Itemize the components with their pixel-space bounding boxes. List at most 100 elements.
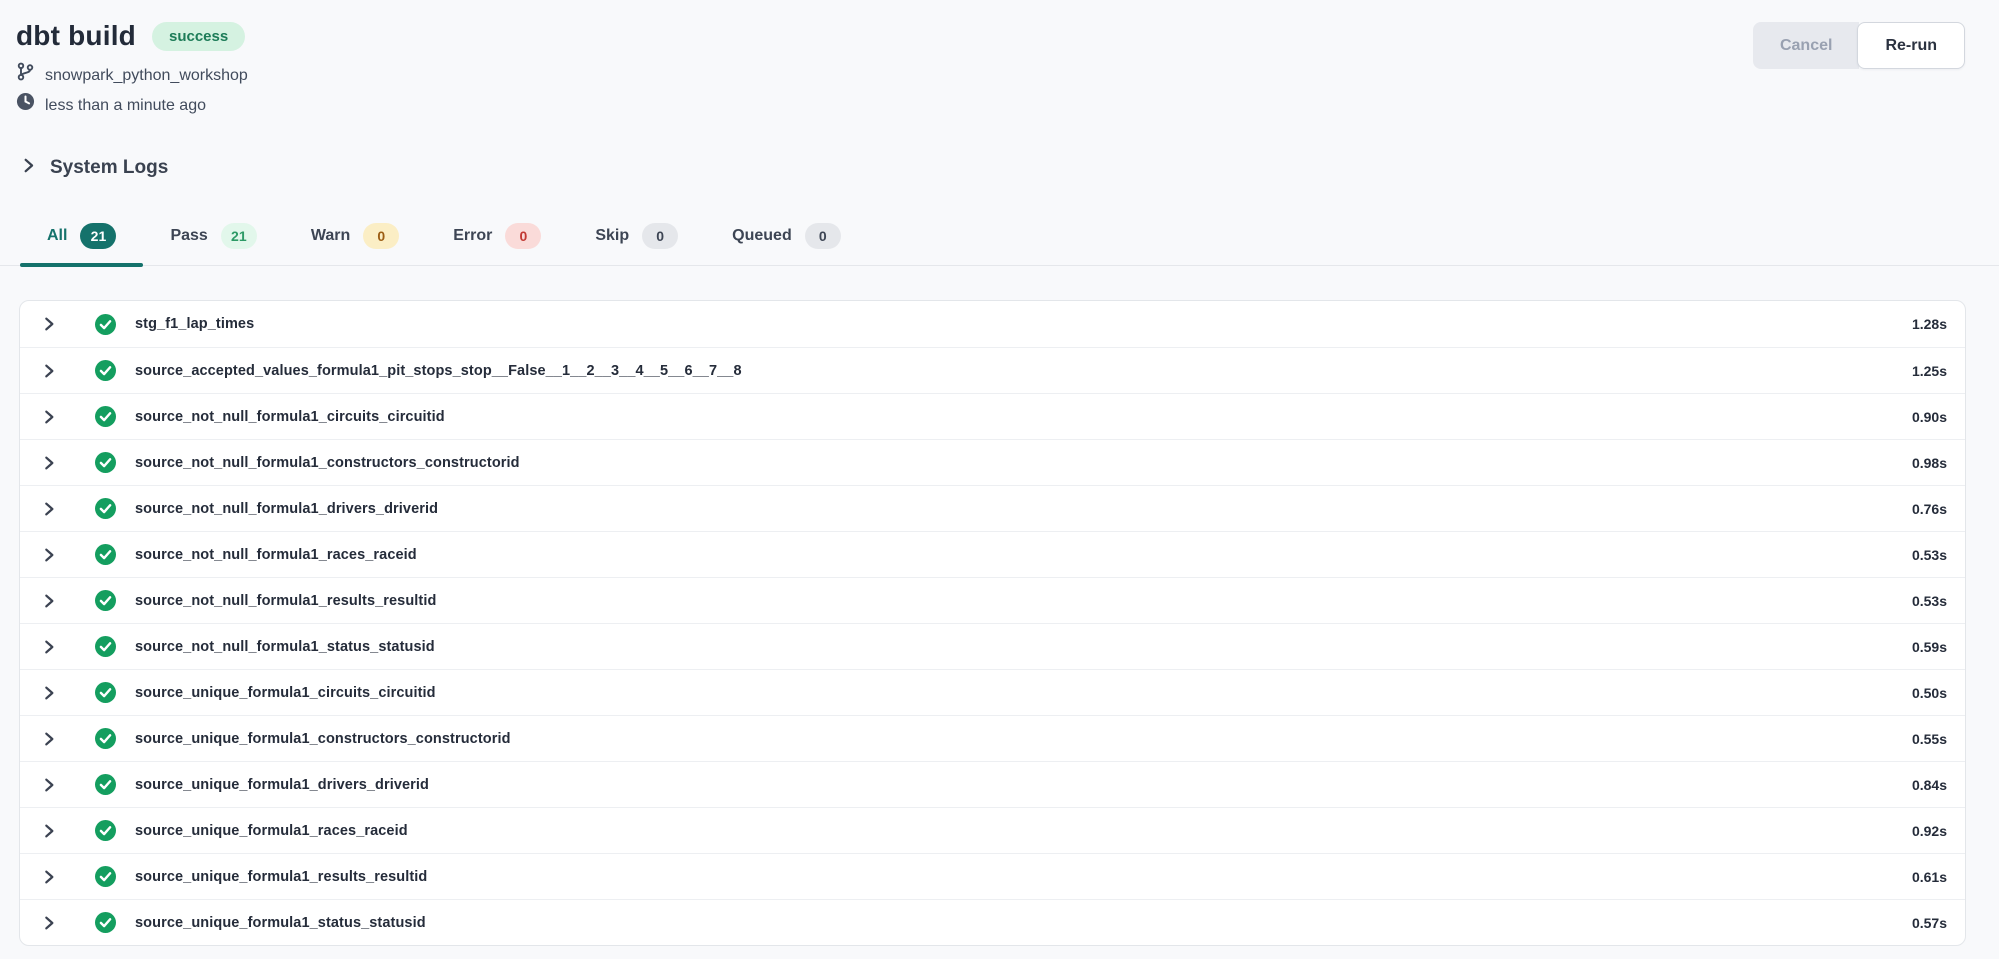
result-row[interactable]: source_unique_formula1_circuits_circuiti… [20,669,1965,715]
page-title: dbt build [16,20,136,52]
tab-skip[interactable]: Skip 0 [568,223,705,265]
result-row[interactable]: source_unique_formula1_results_resultid … [20,853,1965,899]
expand-chevron-icon[interactable] [34,586,64,616]
branch-name: snowpark_python_workshop [45,64,248,88]
result-name: source_unique_formula1_races_raceid [135,823,408,839]
expand-chevron-icon[interactable] [34,908,64,938]
result-row[interactable]: source_not_null_formula1_circuits_circui… [20,393,1965,439]
git-branch-icon [16,62,35,89]
result-duration: 0.92s [1912,823,1947,839]
run-detail-page: dbt build success snowpark_python_wo [0,0,1999,959]
result-row[interactable]: source_accepted_values_formula1_pit_stop… [20,347,1965,393]
success-check-icon [95,590,116,611]
result-duration: 0.55s [1912,731,1947,747]
tab-count-badge: 0 [805,223,841,249]
result-row[interactable]: source_not_null_formula1_status_statusid… [20,623,1965,669]
result-duration: 0.90s [1912,409,1947,425]
result-name: source_unique_formula1_circuits_circuiti… [135,685,436,701]
success-check-icon [95,314,116,335]
expand-chevron-icon[interactable] [34,402,64,432]
tab-label: Skip [595,227,629,245]
result-duration: 0.57s [1912,915,1947,931]
results-panel: stg_f1_lap_times 1.28s source_accepted_v… [19,300,1966,946]
tab-label: Pass [170,227,207,245]
tab-pass[interactable]: Pass 21 [143,223,283,265]
success-check-icon [95,636,116,657]
run-actions: Cancel Re-run [1753,22,1965,69]
expand-chevron-icon[interactable] [34,494,64,524]
tab-label: Queued [732,227,792,245]
expand-chevron-icon[interactable] [34,540,64,570]
chevron-right-icon [20,157,37,179]
result-name: source_unique_formula1_drivers_driverid [135,777,429,793]
result-name: source_not_null_formula1_races_raceid [135,547,417,563]
run-meta: snowpark_python_workshop less than a min… [16,62,248,119]
expand-chevron-icon[interactable] [34,632,64,662]
result-name: source_unique_formula1_status_statusid [135,915,426,931]
expand-chevron-icon[interactable] [34,862,64,892]
result-row[interactable]: source_unique_formula1_status_statusid 0… [20,899,1965,945]
result-name: source_unique_formula1_constructors_cons… [135,731,511,747]
success-check-icon [95,498,116,519]
result-name: source_unique_formula1_results_resultid [135,869,427,885]
success-check-icon [95,912,116,933]
expand-chevron-icon[interactable] [34,770,64,800]
result-row[interactable]: source_unique_formula1_constructors_cons… [20,715,1965,761]
success-check-icon [95,866,116,887]
result-row[interactable]: source_not_null_formula1_results_resulti… [20,577,1965,623]
result-row[interactable]: source_unique_formula1_races_raceid 0.92… [20,807,1965,853]
result-name: source_accepted_values_formula1_pit_stop… [135,363,742,379]
result-duration: 0.53s [1912,547,1947,563]
result-duration: 0.84s [1912,777,1947,793]
tab-label: All [47,227,67,245]
clock-icon [16,92,35,119]
result-name: source_not_null_formula1_circuits_circui… [135,409,445,425]
expand-chevron-icon[interactable] [34,356,64,386]
result-duration: 1.28s [1912,316,1947,332]
cancel-button[interactable]: Cancel [1753,22,1859,69]
result-duration: 0.50s [1912,685,1947,701]
tab-all[interactable]: All 21 [20,223,143,265]
expand-chevron-icon[interactable] [34,724,64,754]
branch-row: snowpark_python_workshop [16,62,248,89]
success-check-icon [95,544,116,565]
tab-count-badge: 0 [505,223,541,249]
tab-count-badge: 0 [363,223,399,249]
expand-chevron-icon[interactable] [34,448,64,478]
result-duration: 0.59s [1912,639,1947,655]
result-row[interactable]: source_not_null_formula1_constructors_co… [20,439,1965,485]
expand-chevron-icon[interactable] [34,816,64,846]
tab-label: Warn [311,227,350,245]
header-left: dbt build success snowpark_python_wo [16,20,248,119]
status-badge: success [152,22,245,51]
result-name: source_not_null_formula1_constructors_co… [135,455,520,471]
system-logs-label: System Logs [50,157,168,179]
result-row[interactable]: source_unique_formula1_drivers_driverid … [20,761,1965,807]
result-name: stg_f1_lap_times [135,316,254,332]
result-name: source_not_null_formula1_results_resulti… [135,593,436,609]
success-check-icon [95,820,116,841]
title-row: dbt build success [16,20,248,52]
result-row[interactable]: source_not_null_formula1_drivers_driveri… [20,485,1965,531]
tab-error[interactable]: Error 0 [426,223,568,265]
header: dbt build success snowpark_python_wo [0,0,1999,119]
tab-warn[interactable]: Warn 0 [284,223,426,265]
rerun-button[interactable]: Re-run [1857,22,1965,69]
system-logs-toggle[interactable]: System Logs [20,157,168,179]
success-check-icon [95,682,116,703]
tab-count-badge: 21 [221,223,257,249]
time-row: less than a minute ago [16,92,248,119]
success-check-icon [95,360,116,381]
tab-count-badge: 0 [642,223,678,249]
tab-queued[interactable]: Queued 0 [705,223,868,265]
result-duration: 0.53s [1912,593,1947,609]
result-duration: 1.25s [1912,363,1947,379]
tab-count-badge: 21 [80,223,116,249]
expand-chevron-icon[interactable] [34,678,64,708]
result-row[interactable]: source_not_null_formula1_races_raceid 0.… [20,531,1965,577]
tab-label: Error [453,227,492,245]
result-row[interactable]: stg_f1_lap_times 1.28s [20,301,1965,347]
success-check-icon [95,728,116,749]
expand-chevron-icon[interactable] [34,309,64,339]
status-tab-bar: All 21 Pass 21 Warn 0 Error 0 Skip 0 Que… [0,223,1999,266]
